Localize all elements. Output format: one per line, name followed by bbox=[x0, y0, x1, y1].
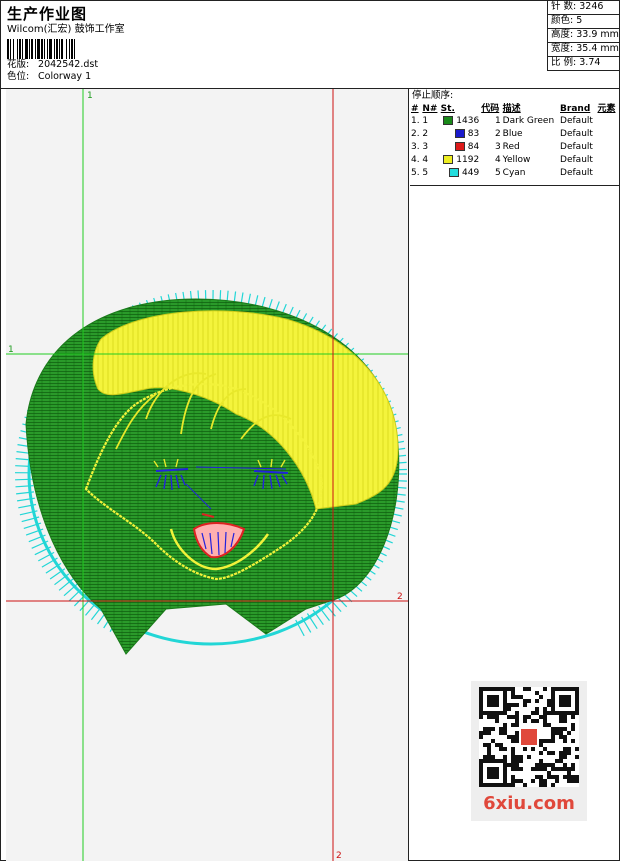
stop-desc: Red bbox=[502, 142, 520, 152]
stop-desc: Dark Green bbox=[502, 116, 555, 126]
design-file-label: 花版: bbox=[7, 59, 30, 70]
embroidery-canvas: 1 1 2 2 bbox=[6, 89, 408, 861]
stop-stitches: 1192 bbox=[440, 154, 481, 167]
stat-value: 33.9 mm bbox=[576, 29, 619, 40]
stat-label: 比 例: bbox=[551, 57, 577, 68]
stop-stitches: 83 bbox=[440, 128, 481, 141]
stop-index: 4. bbox=[411, 155, 420, 165]
colorway-value: Colorway 1 bbox=[38, 71, 92, 82]
col-code: 代码 bbox=[481, 104, 500, 114]
qr-block: 6xiu.com bbox=[471, 681, 587, 821]
stop-element bbox=[596, 115, 618, 128]
stop-element bbox=[596, 141, 618, 154]
stop-index: 3. bbox=[411, 142, 420, 152]
stat-label: 针 数: bbox=[551, 1, 577, 12]
color-stop-row[interactable]: 2. 2 83 2 Blue Default bbox=[410, 128, 618, 141]
stop-desc: Yellow bbox=[502, 155, 531, 165]
watermark-logo: 6xiu.com bbox=[483, 793, 575, 814]
guide-label-red-bottom: 2 bbox=[336, 851, 342, 861]
stat-stitches: 针 数: 3246 bbox=[548, 1, 620, 15]
stop-index: 1. bbox=[411, 116, 420, 126]
stop-stitches: 449 bbox=[440, 167, 481, 180]
stop-sequence-panel: 停止顺序: # N# St. 代码 描述 Brand 元素 1. 1 1436 1 D… bbox=[410, 89, 620, 186]
color-stop-row[interactable]: 5. 5 449 5 Cyan Default bbox=[410, 167, 618, 180]
stop-code: 2 bbox=[494, 129, 501, 139]
barcode bbox=[7, 39, 147, 59]
stat-value: 35.4 mm bbox=[576, 43, 619, 54]
stat-colors: 颜色: 5 bbox=[548, 15, 620, 29]
color-stop-row[interactable]: 1. 1 1436 1 Dark Green Default bbox=[410, 115, 618, 128]
color-stop-rows: 1. 1 1436 1 Dark Green Default 2. 2 83 2 Blue Def… bbox=[410, 115, 618, 180]
stop-desc: Blue bbox=[502, 129, 523, 139]
sheet-header: 生产作业图 Wilcom(汇宏) 鼓饰工作室 花版: 2042542.dst 色… bbox=[1, 1, 620, 89]
stat-scale: 比 例: 3.74 bbox=[548, 57, 620, 71]
design-preview[interactable]: 1 1 2 2 bbox=[6, 89, 409, 861]
qr-code bbox=[479, 687, 579, 787]
color-stop-row[interactable]: 3. 3 84 3 Red Default bbox=[410, 141, 618, 154]
stop-element bbox=[596, 128, 618, 141]
stat-value: 5 bbox=[576, 15, 583, 26]
stop-brand: Default bbox=[560, 155, 593, 165]
stop-index: 5. bbox=[411, 168, 420, 178]
stop-code: 1 bbox=[494, 116, 501, 126]
stop-stitches: 84 bbox=[440, 141, 481, 154]
stop-brand: Default bbox=[560, 116, 593, 126]
colorway-row: 色位: Colorway 1 bbox=[7, 71, 537, 83]
stop-element bbox=[596, 154, 618, 167]
stat-height: 高度: 33.9 mm bbox=[548, 29, 620, 43]
stat-value: 3246 bbox=[579, 1, 604, 12]
stop-index: 2. bbox=[411, 129, 420, 139]
stop-sequence-title: 停止顺序: bbox=[412, 90, 454, 101]
guide-label-green-left: 1 bbox=[8, 345, 14, 355]
sheet-title: 生产作业图 bbox=[7, 5, 88, 23]
col-desc: 描述 bbox=[502, 104, 521, 114]
production-sheet: 生产作业图 Wilcom(汇宏) 鼓饰工作室 花版: 2042542.dst 色… bbox=[0, 0, 620, 861]
stop-needle: 5 bbox=[422, 168, 429, 178]
stop-needle: 1 bbox=[422, 116, 429, 126]
col-element: 元素 bbox=[597, 104, 616, 114]
stat-label: 宽度: bbox=[551, 43, 574, 54]
stop-code: 4 bbox=[494, 155, 501, 165]
color-swatch bbox=[449, 168, 460, 177]
stop-code: 5 bbox=[494, 168, 501, 178]
color-swatch bbox=[443, 155, 454, 164]
color-swatch bbox=[454, 129, 465, 138]
col-brand: Brand bbox=[560, 104, 591, 114]
stop-code: 3 bbox=[494, 142, 501, 152]
stop-stitches: 1436 bbox=[440, 115, 481, 128]
stop-needle: 2 bbox=[422, 129, 429, 139]
guide-label-green-top: 1 bbox=[87, 91, 93, 101]
stop-needle: 4 bbox=[422, 155, 429, 165]
col-needle: N# bbox=[422, 104, 438, 114]
stop-element bbox=[596, 167, 618, 180]
stat-value: 3.74 bbox=[579, 57, 601, 68]
col-index: # bbox=[411, 104, 419, 114]
stop-brand: Default bbox=[560, 142, 593, 152]
color-stop-row[interactable]: 4. 4 1192 4 Yellow Default bbox=[410, 154, 618, 167]
col-stitches: St. bbox=[440, 104, 455, 114]
color-stop-table: # N# St. 代码 描述 Brand 元素 1. 1 1436 1 Dark Gr… bbox=[410, 103, 618, 180]
stat-label: 颜色: bbox=[551, 15, 574, 26]
stat-label: 高度: bbox=[551, 29, 574, 40]
design-file-row: 花版: 2042542.dst bbox=[7, 59, 537, 71]
guide-label-red-right: 2 bbox=[397, 592, 403, 602]
stop-desc: Cyan bbox=[502, 168, 526, 178]
stat-width: 宽度: 35.4 mm bbox=[548, 43, 620, 57]
table-header-row: # N# St. 代码 描述 Brand 元素 bbox=[410, 103, 618, 115]
colorway-label: 色位: bbox=[7, 71, 30, 82]
header-info: 生产作业图 Wilcom(汇宏) 鼓饰工作室 花版: 2042542.dst 色… bbox=[7, 5, 537, 87]
color-swatch bbox=[454, 142, 465, 151]
company-name: Wilcom(汇宏) 鼓饰工作室 bbox=[7, 24, 125, 35]
color-swatch bbox=[443, 116, 454, 125]
design-file-value: 2042542.dst bbox=[38, 59, 99, 70]
stop-needle: 3 bbox=[422, 142, 429, 152]
stop-brand: Default bbox=[560, 168, 593, 178]
stats-box: 针 数: 3246 颜色: 5 高度: 33.9 mm 宽度: 35.4 mm … bbox=[547, 1, 620, 71]
stop-brand: Default bbox=[560, 129, 593, 139]
